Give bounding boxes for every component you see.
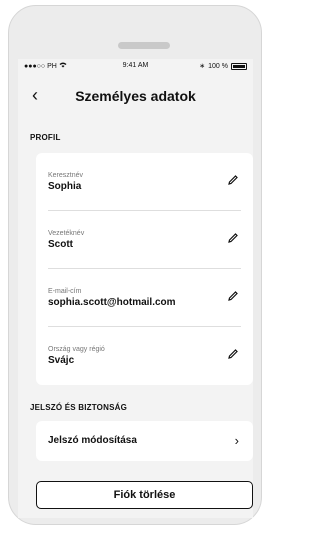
email-row[interactable]: E-mail-cím sophia.scott@hotmail.com xyxy=(36,269,253,327)
status-bar: ●●●○○ PH 9:41 AM ∗ 100 % xyxy=(18,59,253,75)
security-section-title: JELSZÓ ÉS BIZTONSÁG xyxy=(30,403,127,412)
country-value: Svájc xyxy=(48,355,75,366)
bluetooth-icon: ∗ xyxy=(199,63,206,70)
country-label: Ország vagy régió xyxy=(48,346,105,353)
chevron-right-icon: › xyxy=(234,433,239,448)
profile-card: Keresztnév Sophia Vezetéknév Scott E-mai… xyxy=(36,153,253,385)
speaker-grille xyxy=(118,42,170,49)
profile-section-title: PROFIL xyxy=(30,133,61,142)
pencil-icon[interactable] xyxy=(227,174,239,186)
change-password-label: Jelszó módosítása xyxy=(48,435,137,446)
first-name-value: Sophia xyxy=(48,181,82,192)
country-row[interactable]: Ország vagy régió Svájc xyxy=(36,327,253,385)
first-name-row[interactable]: Keresztnév Sophia xyxy=(36,153,253,211)
change-password-row[interactable]: Jelszó módosítása › xyxy=(36,421,253,461)
email-value: sophia.scott@hotmail.com xyxy=(48,297,176,308)
pencil-icon[interactable] xyxy=(227,290,239,302)
status-right: ∗ 100 % xyxy=(199,62,247,70)
first-name-label: Keresztnév xyxy=(48,172,84,179)
last-name-value: Scott xyxy=(48,239,73,250)
delete-account-button[interactable]: Fiók törlése xyxy=(36,481,253,509)
app-screen: ●●●○○ PH 9:41 AM ∗ 100 % ‹ Személyes ada… xyxy=(18,59,253,518)
email-label: E-mail-cím xyxy=(48,288,82,295)
last-name-row[interactable]: Vezetéknév Scott xyxy=(36,211,253,269)
battery-icon xyxy=(231,62,247,70)
pencil-icon[interactable] xyxy=(227,348,239,360)
battery-percent: 100 % xyxy=(208,62,228,70)
pencil-icon[interactable] xyxy=(227,232,239,244)
page-title: Személyes adatok xyxy=(75,88,196,104)
page-header: ‹ Személyes adatok xyxy=(18,83,253,113)
last-name-label: Vezetéknév xyxy=(48,230,85,237)
